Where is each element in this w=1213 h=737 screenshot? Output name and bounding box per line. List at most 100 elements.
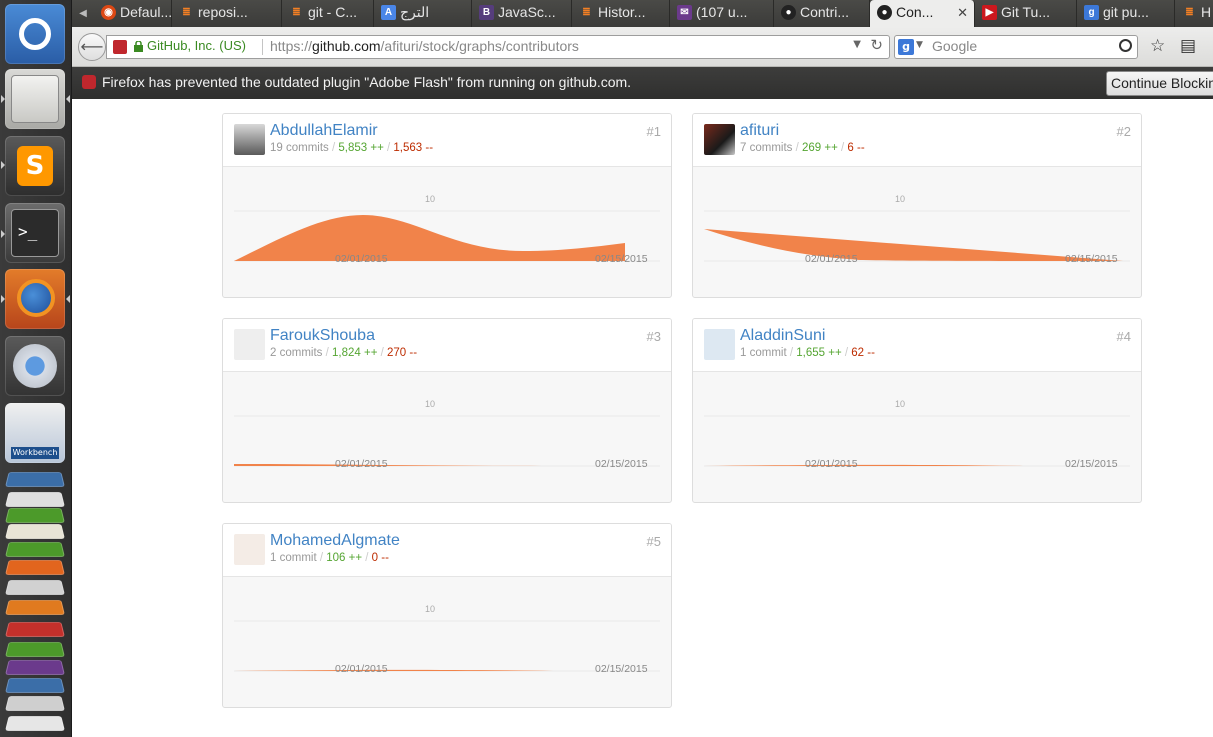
x-axis-tick-end: 02/15/2015 <box>595 253 648 265</box>
sublime-text-icon[interactable]: S <box>5 136 65 196</box>
ubuntu-dash-icon[interactable] <box>5 4 65 64</box>
site-identity[interactable]: GitHub, Inc. (US) <box>147 38 246 53</box>
avatar[interactable] <box>234 124 265 155</box>
update-icon[interactable] <box>5 642 65 657</box>
commit-count[interactable]: 7 commits <box>740 142 792 154</box>
search-input[interactable]: Google <box>932 38 977 54</box>
workspace-icon[interactable] <box>5 678 65 693</box>
url-bar[interactable]: GitHub, Inc. (US) https://github.com/afi… <box>106 35 890 59</box>
ubuntu-icon: ◉ <box>101 5 116 20</box>
y-axis-tick: 10 <box>895 194 906 204</box>
avatar[interactable] <box>704 329 735 360</box>
bookmarks-menu-icon[interactable]: ▤ <box>1180 36 1196 56</box>
avatar[interactable] <box>704 124 735 155</box>
tab-label: Con... <box>896 4 934 20</box>
document-icon[interactable] <box>5 524 65 539</box>
contributor-header: MohamedAlgmate 1 commit / 106 ++ / 0 -- … <box>223 524 671 577</box>
tab-strip: ◀ ◉ Defaul... ≣ reposi... ≣ git - C... A الترج B… <box>72 0 1213 27</box>
commit-area <box>234 669 553 671</box>
y-axis-tick: 10 <box>425 194 436 204</box>
additions-count: 1,824 ++ <box>332 347 378 359</box>
x-axis-tick-start: 02/01/2015 <box>805 458 858 470</box>
contribution-area-chart <box>234 415 660 467</box>
contributor-card: MohamedAlgmate 1 commit / 106 ++ / 0 -- … <box>222 523 672 708</box>
x-axis-tick-end: 02/15/2015 <box>595 458 648 470</box>
x-axis-tick-start: 02/01/2015 <box>335 663 388 675</box>
contributor-stats: 1 commit / 1,655 ++ / 62 -- <box>740 347 875 359</box>
search-icon[interactable] <box>1119 39 1132 52</box>
commit-count[interactable]: 2 commits <box>270 347 322 359</box>
files-icon[interactable] <box>5 69 65 129</box>
navigation-toolbar: ⟵ GitHub, Inc. (US) https://github.com/a… <box>72 27 1213 67</box>
url-text[interactable]: https://github.com/afituri/stock/graphs/… <box>270 38 579 54</box>
image-viewer-icon[interactable] <box>5 472 65 487</box>
tab[interactable]: ▶ Git Tu... <box>975 0 1077 27</box>
avatar[interactable] <box>234 329 265 360</box>
software-center-icon[interactable] <box>5 560 65 575</box>
tab[interactable]: ● Contri... <box>774 0 870 27</box>
contributor-name[interactable]: AbdullahElamir <box>270 122 378 140</box>
screen: S >_ Workbench ◀ ◉ Defaul... ≣ reposi...… <box>0 0 1213 737</box>
firefox-icon[interactable] <box>5 269 65 329</box>
tab-label: Contri... <box>800 4 850 20</box>
url-history-dropdown-icon[interactable]: ▼ <box>853 39 861 50</box>
tab[interactable]: ◉ Defaul... <box>94 0 172 27</box>
tab[interactable]: ≣ reposi... <box>172 0 282 27</box>
mail-app-icon[interactable] <box>5 660 65 675</box>
github-icon: ● <box>781 5 796 20</box>
mysql-workbench-icon[interactable]: Workbench <box>5 403 65 463</box>
chromium-icon[interactable] <box>5 336 65 396</box>
tab-label: (107 u... <box>696 4 748 20</box>
tab[interactable]: ≣ H <box>1175 0 1213 27</box>
tab[interactable]: g git pu... <box>1077 0 1175 27</box>
contributor-rank: #4 <box>1116 329 1131 344</box>
google-icon: g <box>1084 5 1099 20</box>
contributor-card: afituri 7 commits / 269 ++ / 6 -- #2 10 … <box>692 113 1142 298</box>
commit-count[interactable]: 1 commit <box>740 347 787 359</box>
tab[interactable]: ≣ git - C... <box>282 0 374 27</box>
tab-label: الترج <box>400 4 430 20</box>
stackoverflow-icon: ≣ <box>1185 7 1194 18</box>
contributor-name[interactable]: MohamedAlgmate <box>270 532 400 550</box>
mail-icon: ✉ <box>677 5 692 20</box>
reload-icon[interactable]: ↻ <box>870 36 883 54</box>
continue-blocking-button[interactable]: Continue Blocking <box>1106 71 1213 96</box>
additions-count: 1,655 ++ <box>796 347 842 359</box>
avatar[interactable] <box>234 534 265 565</box>
contributor-name[interactable]: AladdinSuni <box>740 327 825 345</box>
contributor-stats: 2 commits / 1,824 ++ / 270 -- <box>270 347 418 359</box>
back-button[interactable]: ⟵ <box>78 33 106 61</box>
additions-count: 106 ++ <box>326 552 363 564</box>
tab-scroll-left-icon[interactable]: ◀ <box>74 0 92 27</box>
text-editor-icon[interactable] <box>5 492 65 507</box>
trash-icon[interactable] <box>5 716 65 731</box>
tab[interactable]: ✉ (107 u... <box>670 0 774 27</box>
commit-count[interactable]: 1 commit <box>270 552 317 564</box>
youtube-app-icon[interactable] <box>5 622 65 637</box>
y-axis-tick: 10 <box>425 399 436 409</box>
tab[interactable]: ≣ Histor... <box>572 0 670 27</box>
tab[interactable]: B JavaSc... <box>472 0 572 27</box>
contributor-name[interactable]: afituri <box>740 122 779 140</box>
search-bar[interactable]: g ▼ Google <box>894 35 1138 59</box>
tab[interactable]: A الترج <box>374 0 472 27</box>
spreadsheet-icon[interactable] <box>5 508 65 523</box>
plugin-notification-bar: Firefox has prevented the outdated plugi… <box>72 67 1213 99</box>
settings-icon[interactable] <box>5 580 65 595</box>
bookmark-star-icon[interactable]: ☆ <box>1150 36 1165 56</box>
google-engine-icon[interactable]: g <box>898 39 914 55</box>
vlc-icon[interactable] <box>5 600 65 615</box>
tab[interactable]: ● Con... ✕ <box>870 0 975 27</box>
plugin-blocked-icon[interactable] <box>113 40 127 54</box>
commit-count[interactable]: 19 commits <box>270 142 329 154</box>
calc-icon[interactable] <box>5 542 65 557</box>
close-tab-icon[interactable]: ✕ <box>957 0 968 25</box>
stackoverflow-icon: ≣ <box>182 7 191 18</box>
engine-dropdown-icon[interactable]: ▼ <box>916 40 923 50</box>
terminal-icon[interactable]: >_ <box>5 203 65 263</box>
contributor-header: afituri 7 commits / 269 ++ / 6 -- #2 <box>693 114 1141 167</box>
contributor-name[interactable]: FaroukShouba <box>270 327 375 345</box>
system-icon[interactable] <box>5 696 65 711</box>
github-icon: ● <box>877 5 892 20</box>
contributor-rank: #3 <box>646 329 661 344</box>
